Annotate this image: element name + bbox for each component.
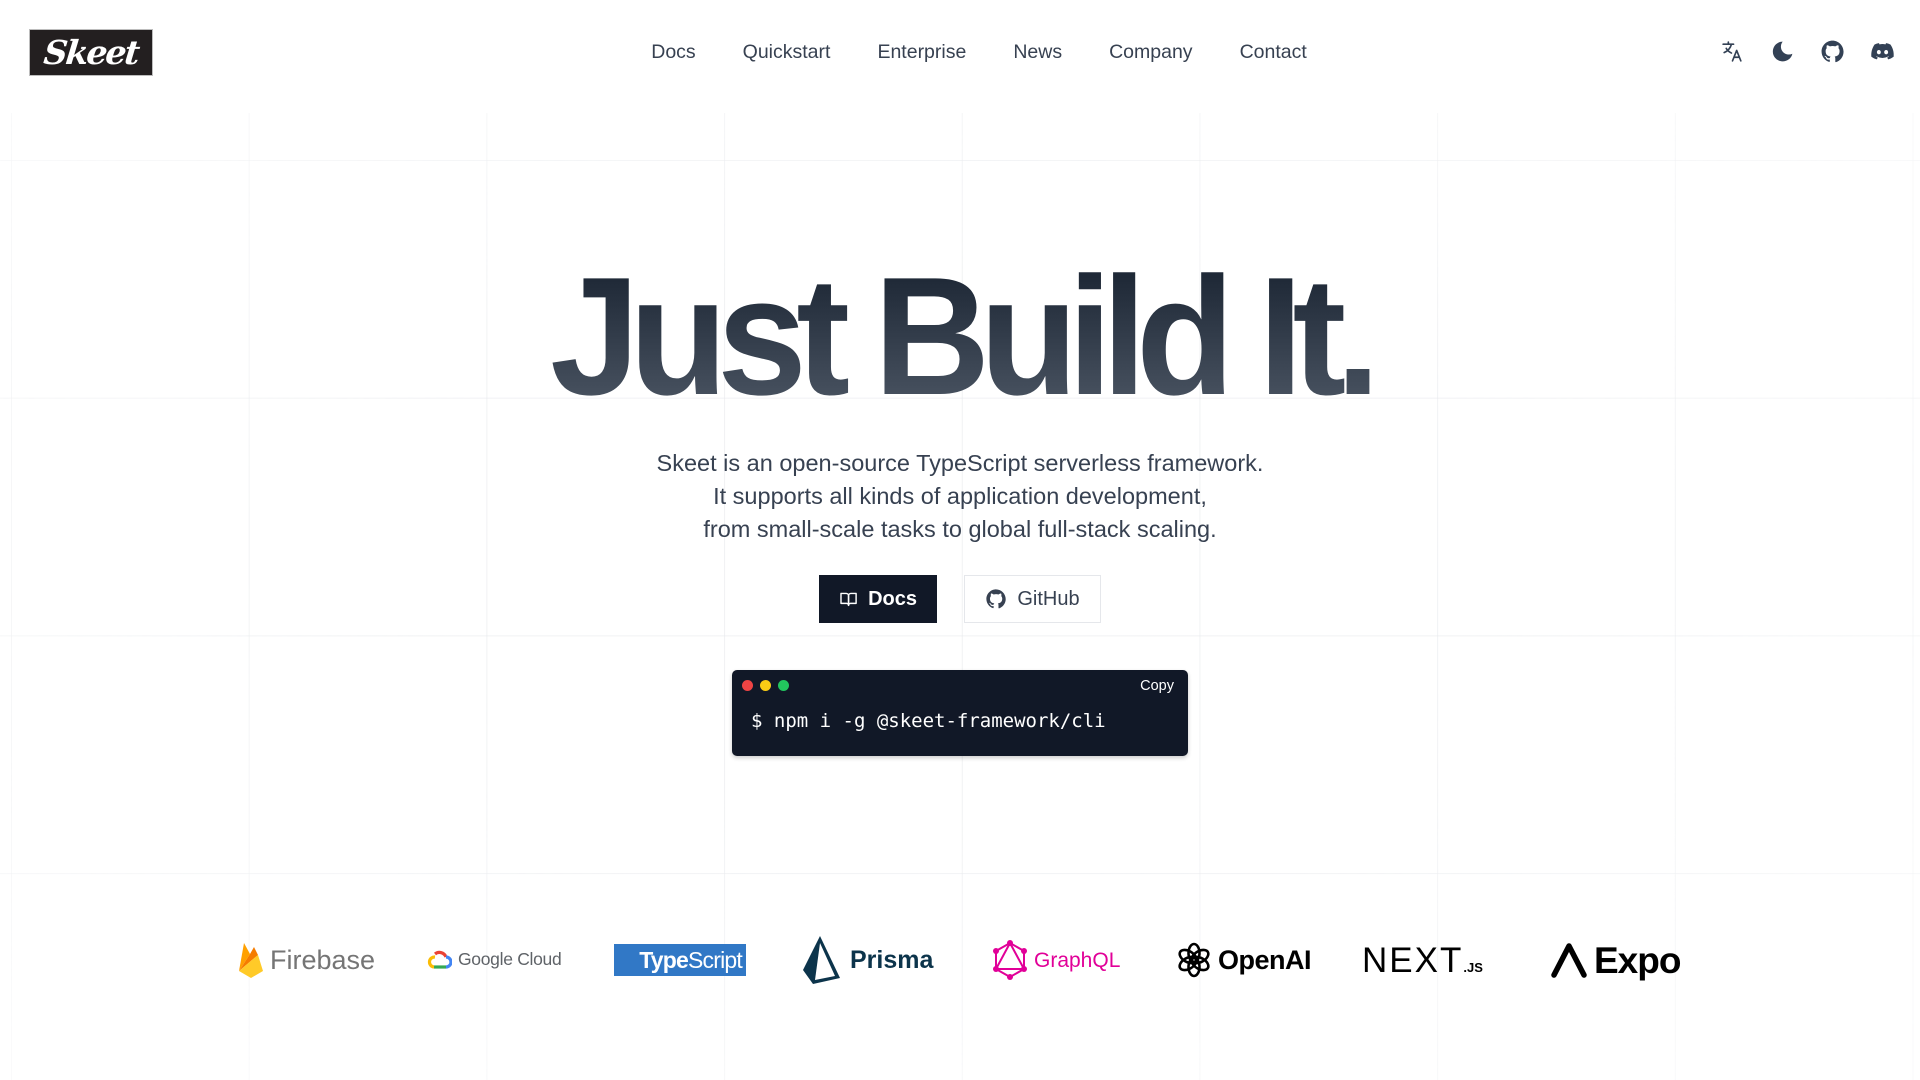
google-cloud-logo: Google Cloud (426, 930, 562, 990)
docs-button-label: Docs (868, 587, 917, 610)
github-button[interactable]: GitHub (964, 575, 1101, 623)
nav-news[interactable]: News (990, 37, 1086, 67)
graphql-icon (993, 940, 1027, 980)
language-button[interactable] (1718, 37, 1746, 65)
prisma-icon (803, 936, 840, 984)
hero-description-line: It supports all kinds of application dev… (713, 483, 1207, 509)
nextjs-logo: NEXT.JS (1362, 930, 1483, 990)
prisma-name: Prisma (850, 945, 934, 974)
docs-button[interactable]: Docs (819, 575, 937, 623)
nav-company[interactable]: Company (1086, 37, 1216, 67)
graphql-logo: GraphQL (992, 930, 1120, 990)
install-command: $ npm i -g @skeet-framework/cli (751, 710, 1106, 732)
header-icons (1718, 37, 1896, 65)
typescript-logo: TypeScript (614, 944, 746, 976)
tech-logos: Firebase Google Cloud TypeScript Prisma (0, 930, 1920, 990)
hero-description-line: Skeet is an open-source TypeScript serve… (656, 450, 1264, 476)
close-dot (742, 680, 753, 691)
nextjs-name-main: NEXT (1362, 940, 1464, 980)
firebase-name: Firebase (270, 944, 376, 975)
nextjs-name-suffix: .JS (1463, 959, 1483, 975)
github-icon (1821, 40, 1844, 62)
google-cloud-name: Google Cloud (458, 949, 562, 970)
moon-icon (1772, 41, 1792, 61)
openai-icon (1178, 942, 1210, 978)
main-nav: Docs Quickstart Enterprise News Company … (0, 37, 1920, 67)
nav-contact[interactable]: Contact (1216, 37, 1330, 67)
hero-section: Just Build It. Skeet is an open-source T… (0, 0, 1920, 1080)
install-command-box: Copy $ npm i -g @skeet-framework/cli (732, 670, 1188, 756)
graphql-name: GraphQL (1034, 948, 1121, 972)
typescript-name-rest: Script (688, 946, 743, 973)
hero-title: Just Build It. (38, 252, 1881, 420)
hero-description: Skeet is an open-source TypeScript serve… (0, 447, 1920, 546)
copy-button[interactable]: Copy (1140, 678, 1174, 694)
dark-mode-toggle[interactable] (1768, 37, 1796, 65)
book-open-icon (840, 592, 857, 607)
nextjs-name: NEXT.JS (1362, 943, 1483, 978)
expo-name: Expo (1594, 939, 1681, 981)
github-button-label: GitHub (1017, 587, 1080, 610)
discord-icon (1870, 42, 1894, 59)
expo-icon (1551, 943, 1587, 978)
expo-logo: Expo (1550, 930, 1681, 990)
hero-description-line: from small-scale tasks to global full-st… (703, 516, 1217, 542)
nav-docs[interactable]: Docs (628, 37, 719, 67)
github-icon (986, 589, 1007, 609)
firebase-logo: Firebase (238, 930, 375, 990)
prisma-logo: Prisma (800, 930, 933, 990)
window-controls (742, 680, 789, 691)
discord-link[interactable] (1868, 37, 1896, 65)
minimize-dot (760, 680, 771, 691)
translate-icon (1721, 40, 1742, 62)
nav-quickstart[interactable]: Quickstart (719, 37, 854, 67)
typescript-name: TypeScript (639, 946, 743, 973)
typescript-name-bold: Type (639, 946, 689, 973)
github-link[interactable] (1818, 37, 1846, 65)
openai-name: OpenAI (1218, 944, 1312, 975)
google-cloud-icon (427, 950, 452, 969)
nav-enterprise[interactable]: Enterprise (854, 37, 990, 67)
maximize-dot (778, 680, 789, 691)
cta-buttons: Docs GitHub (0, 575, 1920, 623)
site-header: Skeet Docs Quickstart Enterprise News Co… (0, 0, 1920, 104)
firebase-flame-icon (239, 943, 263, 978)
openai-logo: OpenAI (1176, 930, 1312, 990)
